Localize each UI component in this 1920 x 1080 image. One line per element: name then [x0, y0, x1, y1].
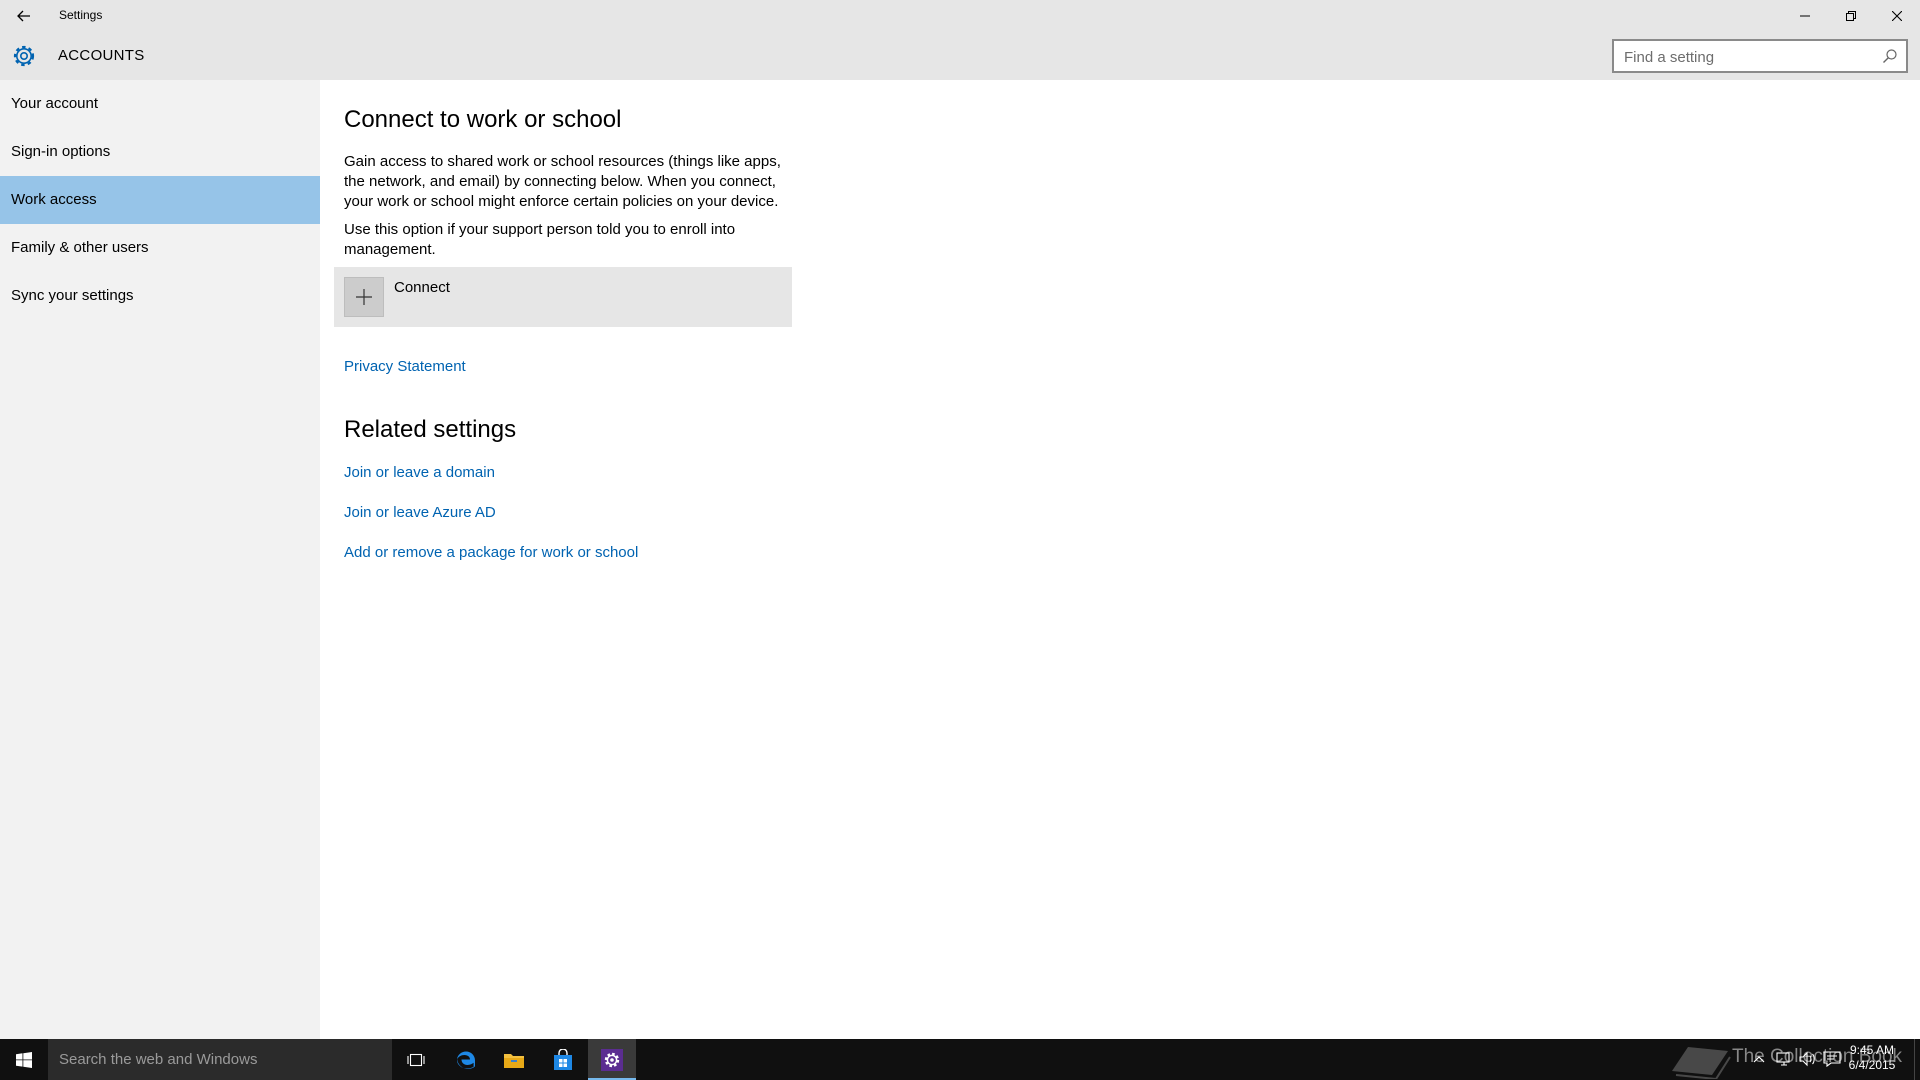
page-section-title: ACCOUNTS — [58, 47, 145, 64]
store-icon — [554, 1048, 572, 1070]
file-explorer-icon — [504, 1053, 524, 1068]
windows-logo-icon — [16, 1051, 32, 1068]
edge-icon — [457, 1051, 475, 1069]
minimize-icon — [1800, 15, 1810, 17]
restore-button[interactable] — [1828, 0, 1874, 32]
window-title: Settings — [59, 8, 103, 22]
search-input[interactable] — [1624, 47, 1864, 67]
sidebar-item-work-access[interactable]: Work access — [0, 176, 320, 224]
description-text: Gain access to shared work or school res… — [344, 153, 781, 210]
find-setting-search[interactable] — [1612, 39, 1908, 73]
app-header: ACCOUNTS — [0, 32, 1920, 80]
sidebar-item-label: Work access — [11, 191, 97, 208]
page-title: Connect to work or school — [344, 106, 622, 133]
minimize-button[interactable] — [1782, 0, 1828, 32]
file-explorer-button[interactable] — [490, 1039, 538, 1080]
settings-taskbar-button[interactable] — [588, 1039, 636, 1080]
related-settings-heading: Related settings — [344, 416, 517, 443]
clock-date: 6/4/2015 — [1848, 1058, 1896, 1072]
network-icon[interactable] — [1774, 1050, 1794, 1068]
privacy-statement-link[interactable]: Privacy Statement — [344, 358, 466, 375]
volume-icon[interactable] — [1798, 1050, 1818, 1068]
sidebar-nav: Your account Sign-in options Work access… — [0, 80, 320, 1039]
start-button[interactable] — [0, 1039, 48, 1080]
back-button[interactable] — [8, 4, 40, 28]
task-view-icon — [407, 1053, 425, 1066]
connect-button[interactable]: Connect — [334, 267, 792, 327]
restore-icon — [1846, 11, 1856, 21]
taskbar-search-placeholder: Search the web and Windows — [59, 1051, 258, 1068]
sidebar-item-label: Sync your settings — [11, 287, 134, 304]
taskbar-clock[interactable]: 9:45 AM 6/4/2015 — [1846, 1043, 1898, 1073]
sidebar-item-label: Sign-in options — [11, 143, 111, 160]
sidebar-item-family-other-users[interactable]: Family & other users — [0, 224, 320, 272]
sidebar-item-sign-in-options[interactable]: Sign-in options — [0, 128, 320, 176]
join-leave-azure-ad-link[interactable]: Join or leave Azure AD — [344, 504, 496, 521]
connect-label: Connect — [394, 279, 450, 296]
close-icon — [1892, 11, 1902, 21]
edge-button[interactable] — [442, 1039, 490, 1080]
back-arrow-icon — [17, 10, 30, 22]
main-content: Connect to work or school Gain access to… — [320, 80, 1920, 1039]
task-view-button[interactable] — [392, 1039, 440, 1080]
enroll-note-text: Use this option if your support person t… — [344, 221, 736, 258]
search-icon[interactable] — [1882, 48, 1898, 64]
settings-icon — [601, 1048, 623, 1071]
sidebar-item-label: Family & other users — [11, 239, 149, 256]
show-desktop-button[interactable] — [1914, 1039, 1920, 1080]
sidebar-item-sync-settings[interactable]: Sync your settings — [0, 272, 320, 320]
title-bar: Settings — [0, 0, 1920, 32]
taskbar-search-box[interactable]: Search the web and Windows — [48, 1039, 392, 1080]
close-button[interactable] — [1874, 0, 1920, 32]
action-center-icon[interactable] — [1822, 1050, 1842, 1068]
gear-icon — [13, 45, 35, 67]
sidebar-item-label: Your account — [11, 95, 99, 112]
join-leave-domain-link[interactable]: Join or leave a domain — [344, 464, 495, 481]
add-remove-package-link[interactable]: Add or remove a package for work or scho… — [344, 544, 638, 561]
plus-icon — [344, 277, 384, 317]
taskbar: Search the web and Windows The Collectio… — [0, 1039, 1920, 1080]
clock-time: 9:45 AM — [1849, 1043, 1895, 1057]
sidebar-item-your-account[interactable]: Your account — [0, 80, 320, 128]
store-button[interactable] — [539, 1039, 587, 1080]
chevron-up-icon[interactable] — [1752, 1053, 1766, 1067]
